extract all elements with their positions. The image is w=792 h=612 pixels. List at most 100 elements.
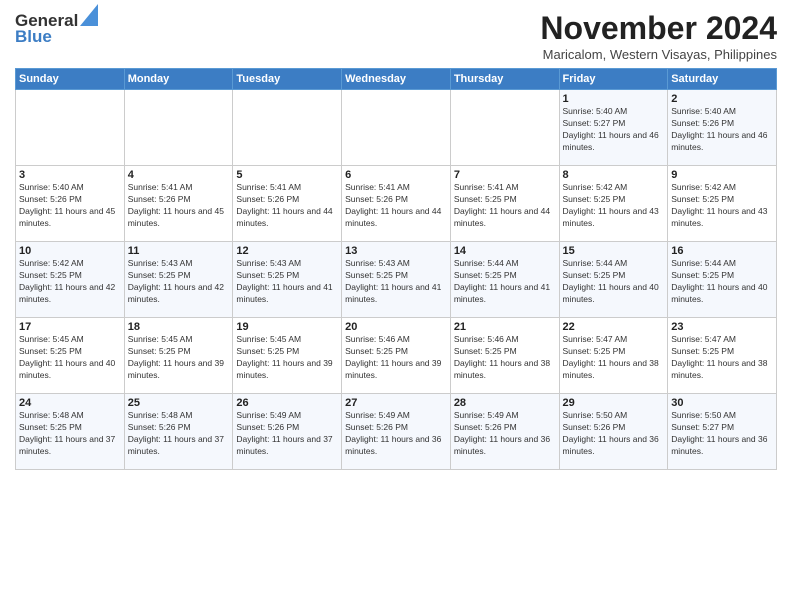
day-info: Sunrise: 5:50 AMSunset: 5:26 PMDaylight:… [563, 410, 665, 458]
day-info-line: Daylight: 11 hours and 36 minutes. [345, 434, 447, 458]
calendar-cell: 7Sunrise: 5:41 AMSunset: 5:25 PMDaylight… [450, 166, 559, 242]
day-info: Sunrise: 5:45 AMSunset: 5:25 PMDaylight:… [128, 334, 230, 382]
day-info-line: Sunrise: 5:49 AM [454, 410, 556, 422]
day-info: Sunrise: 5:42 AMSunset: 5:25 PMDaylight:… [563, 182, 665, 230]
col-friday: Friday [559, 69, 668, 90]
day-info-line: Sunset: 5:25 PM [19, 346, 121, 358]
day-info-line: Daylight: 11 hours and 36 minutes. [563, 434, 665, 458]
calendar-cell: 12Sunrise: 5:43 AMSunset: 5:25 PMDayligh… [233, 242, 342, 318]
calendar-week-0: 1Sunrise: 5:40 AMSunset: 5:27 PMDaylight… [16, 90, 777, 166]
day-info: Sunrise: 5:41 AMSunset: 5:26 PMDaylight:… [236, 182, 338, 230]
calendar-week-3: 17Sunrise: 5:45 AMSunset: 5:25 PMDayligh… [16, 318, 777, 394]
day-info: Sunrise: 5:46 AMSunset: 5:25 PMDaylight:… [454, 334, 556, 382]
day-info-line: Sunrise: 5:45 AM [128, 334, 230, 346]
day-info-line: Daylight: 11 hours and 39 minutes. [345, 358, 447, 382]
day-info-line: Daylight: 11 hours and 40 minutes. [671, 282, 773, 306]
calendar-cell: 24Sunrise: 5:48 AMSunset: 5:25 PMDayligh… [16, 394, 125, 470]
day-info: Sunrise: 5:44 AMSunset: 5:25 PMDaylight:… [454, 258, 556, 306]
day-info-line: Daylight: 11 hours and 41 minutes. [454, 282, 556, 306]
day-number: 1 [563, 93, 665, 105]
day-number: 28 [454, 397, 556, 409]
day-info-line: Sunset: 5:26 PM [19, 194, 121, 206]
day-info-line: Sunrise: 5:44 AM [563, 258, 665, 270]
day-info-line: Sunset: 5:26 PM [345, 194, 447, 206]
day-info-line: Daylight: 11 hours and 38 minutes. [671, 358, 773, 382]
day-number: 24 [19, 397, 121, 409]
col-thursday: Thursday [450, 69, 559, 90]
day-info-line: Sunset: 5:25 PM [19, 270, 121, 282]
day-info-line: Sunset: 5:25 PM [563, 346, 665, 358]
day-info-line: Sunset: 5:25 PM [454, 270, 556, 282]
day-info: Sunrise: 5:44 AMSunset: 5:25 PMDaylight:… [671, 258, 773, 306]
day-info: Sunrise: 5:49 AMSunset: 5:26 PMDaylight:… [454, 410, 556, 458]
day-info: Sunrise: 5:45 AMSunset: 5:25 PMDaylight:… [236, 334, 338, 382]
day-number: 7 [454, 169, 556, 181]
day-number: 29 [563, 397, 665, 409]
day-info-line: Sunset: 5:26 PM [345, 422, 447, 434]
day-number: 18 [128, 321, 230, 333]
day-info-line: Sunrise: 5:41 AM [128, 182, 230, 194]
day-info-line: Daylight: 11 hours and 37 minutes. [128, 434, 230, 458]
calendar-cell: 11Sunrise: 5:43 AMSunset: 5:25 PMDayligh… [124, 242, 233, 318]
day-info-line: Sunset: 5:26 PM [671, 118, 773, 130]
day-info-line: Sunrise: 5:50 AM [671, 410, 773, 422]
day-info: Sunrise: 5:41 AMSunset: 5:26 PMDaylight:… [345, 182, 447, 230]
day-info: Sunrise: 5:40 AMSunset: 5:27 PMDaylight:… [563, 106, 665, 154]
day-info: Sunrise: 5:42 AMSunset: 5:25 PMDaylight:… [19, 258, 121, 306]
day-info: Sunrise: 5:50 AMSunset: 5:27 PMDaylight:… [671, 410, 773, 458]
day-info-line: Sunrise: 5:40 AM [671, 106, 773, 118]
day-info-line: Sunset: 5:25 PM [671, 194, 773, 206]
day-info: Sunrise: 5:48 AMSunset: 5:26 PMDaylight:… [128, 410, 230, 458]
day-info-line: Daylight: 11 hours and 36 minutes. [454, 434, 556, 458]
day-number: 19 [236, 321, 338, 333]
day-info-line: Sunrise: 5:43 AM [128, 258, 230, 270]
calendar-cell: 2Sunrise: 5:40 AMSunset: 5:26 PMDaylight… [668, 90, 777, 166]
day-number: 26 [236, 397, 338, 409]
day-info-line: Daylight: 11 hours and 44 minutes. [454, 206, 556, 230]
day-info-line: Sunrise: 5:45 AM [19, 334, 121, 346]
day-info-line: Daylight: 11 hours and 36 minutes. [671, 434, 773, 458]
day-number: 5 [236, 169, 338, 181]
day-info-line: Daylight: 11 hours and 45 minutes. [19, 206, 121, 230]
day-info-line: Sunrise: 5:44 AM [454, 258, 556, 270]
calendar-cell [233, 90, 342, 166]
day-info-line: Daylight: 11 hours and 46 minutes. [563, 130, 665, 154]
day-number: 25 [128, 397, 230, 409]
day-info-line: Sunset: 5:25 PM [128, 346, 230, 358]
day-info-line: Sunset: 5:25 PM [671, 346, 773, 358]
day-info-line: Daylight: 11 hours and 41 minutes. [236, 282, 338, 306]
day-info-line: Sunset: 5:26 PM [128, 194, 230, 206]
day-info-line: Daylight: 11 hours and 46 minutes. [671, 130, 773, 154]
col-tuesday: Tuesday [233, 69, 342, 90]
day-info: Sunrise: 5:47 AMSunset: 5:25 PMDaylight:… [671, 334, 773, 382]
day-info-line: Sunset: 5:25 PM [19, 422, 121, 434]
day-number: 21 [454, 321, 556, 333]
calendar-cell: 10Sunrise: 5:42 AMSunset: 5:25 PMDayligh… [16, 242, 125, 318]
calendar-cell [124, 90, 233, 166]
day-info-line: Sunrise: 5:41 AM [454, 182, 556, 194]
day-info-line: Sunrise: 5:45 AM [236, 334, 338, 346]
calendar-cell: 20Sunrise: 5:46 AMSunset: 5:25 PMDayligh… [342, 318, 451, 394]
day-number: 15 [563, 245, 665, 257]
day-number: 20 [345, 321, 447, 333]
day-info-line: Sunrise: 5:40 AM [19, 182, 121, 194]
day-info-line: Daylight: 11 hours and 40 minutes. [19, 358, 121, 382]
day-info-line: Sunset: 5:25 PM [563, 194, 665, 206]
day-number: 30 [671, 397, 773, 409]
day-info-line: Sunrise: 5:42 AM [671, 182, 773, 194]
day-info-line: Daylight: 11 hours and 42 minutes. [19, 282, 121, 306]
day-info-line: Daylight: 11 hours and 38 minutes. [563, 358, 665, 382]
day-info-line: Sunset: 5:25 PM [345, 270, 447, 282]
calendar-cell [16, 90, 125, 166]
header: General Blue November 2024 Maricalom, We… [15, 10, 777, 62]
day-info-line: Daylight: 11 hours and 39 minutes. [128, 358, 230, 382]
day-info-line: Sunset: 5:27 PM [563, 118, 665, 130]
col-sunday: Sunday [16, 69, 125, 90]
day-info: Sunrise: 5:43 AMSunset: 5:25 PMDaylight:… [345, 258, 447, 306]
day-info-line: Sunset: 5:25 PM [454, 194, 556, 206]
calendar-cell: 18Sunrise: 5:45 AMSunset: 5:25 PMDayligh… [124, 318, 233, 394]
day-info: Sunrise: 5:44 AMSunset: 5:25 PMDaylight:… [563, 258, 665, 306]
calendar-cell: 30Sunrise: 5:50 AMSunset: 5:27 PMDayligh… [668, 394, 777, 470]
col-wednesday: Wednesday [342, 69, 451, 90]
day-info-line: Sunset: 5:25 PM [671, 270, 773, 282]
